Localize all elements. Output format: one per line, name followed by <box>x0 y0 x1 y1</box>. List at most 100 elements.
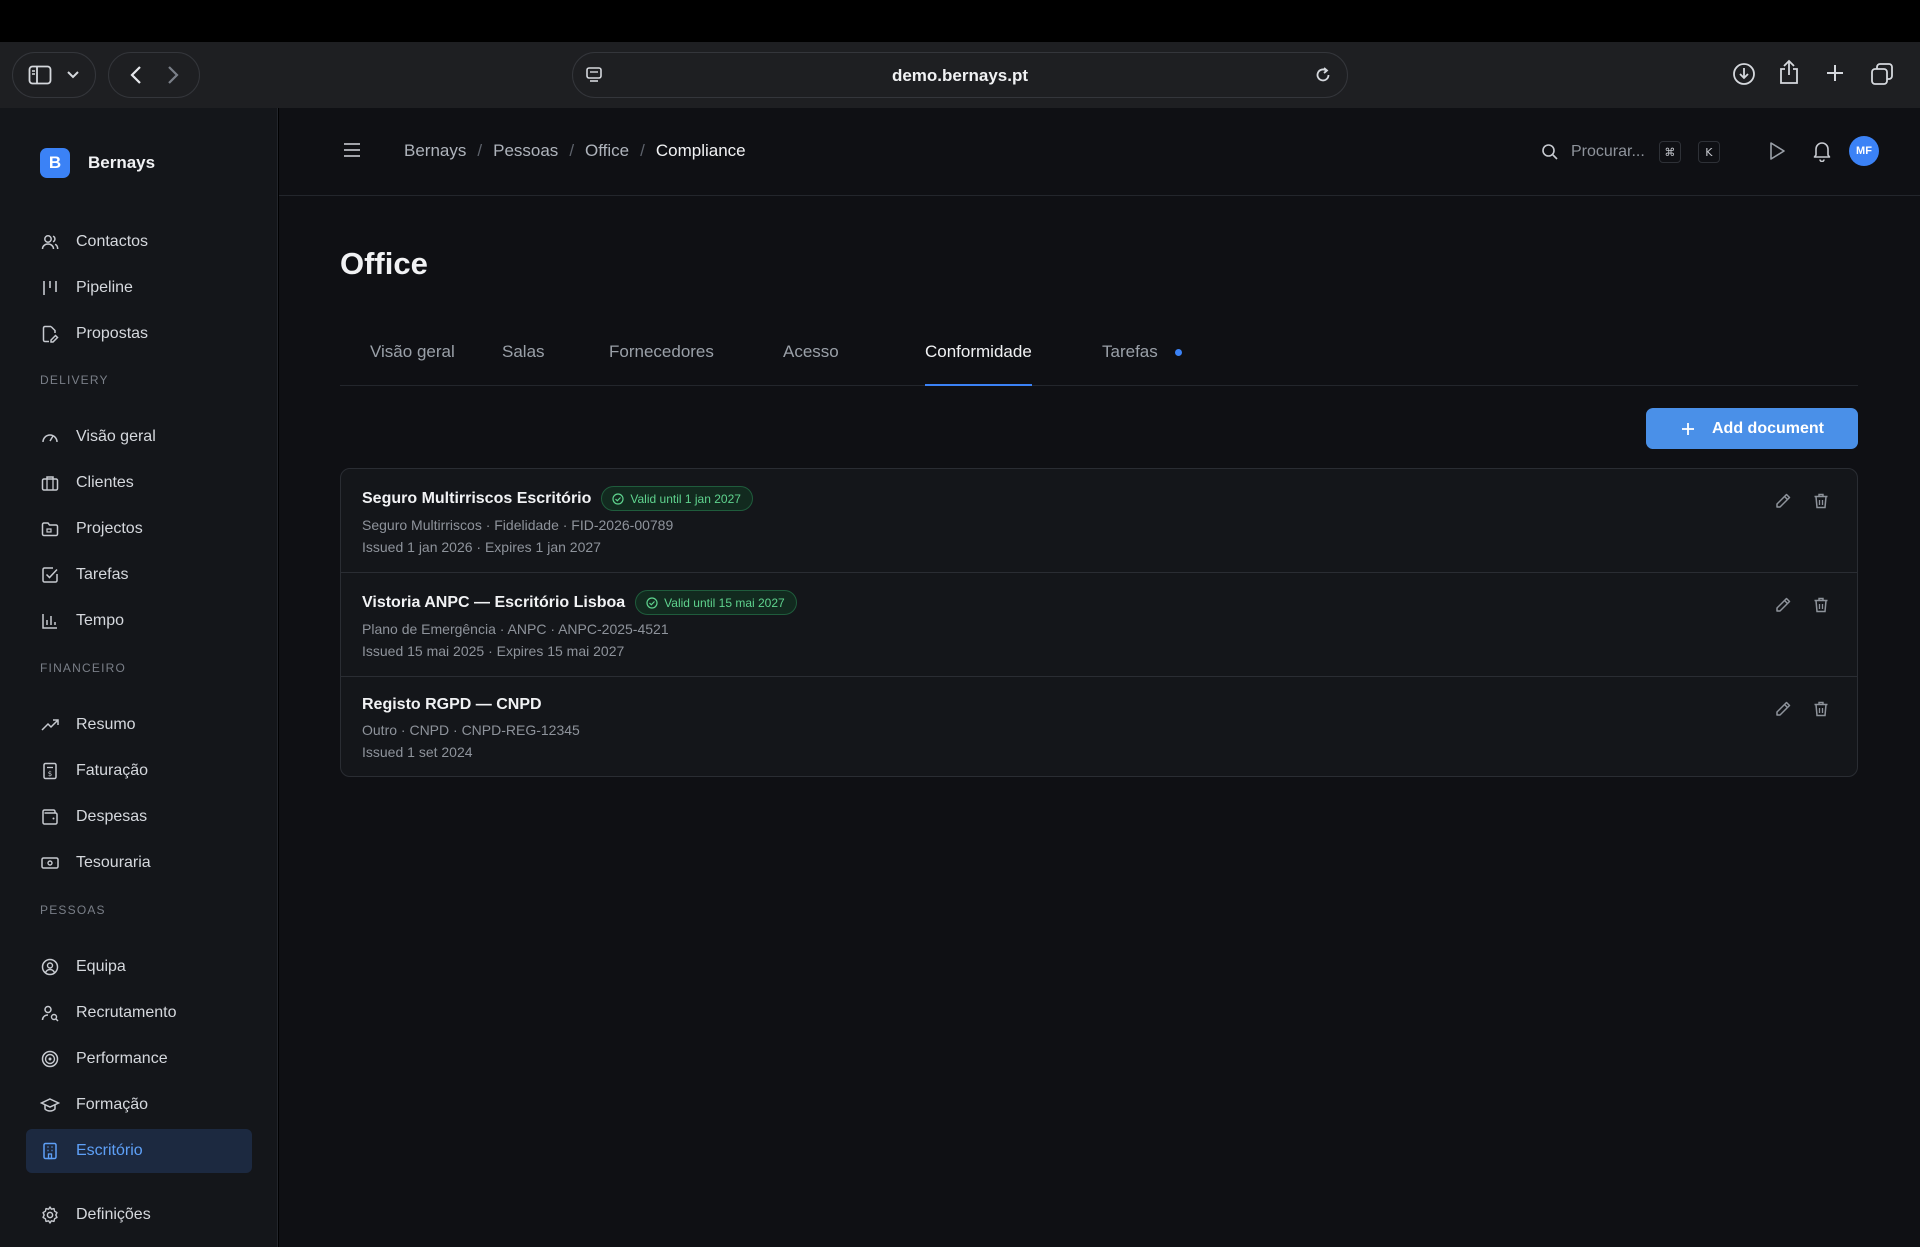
shield-check-icon <box>646 596 658 609</box>
svg-text:$: $ <box>48 770 52 778</box>
page-header: Bernays / Pessoas / Office / Compliance … <box>279 108 1920 196</box>
sidebar: B Bernays Contactos Pipeline Propostas D… <box>0 108 278 1247</box>
plus-icon <box>1680 421 1696 437</box>
sidebar-item-label: Faturação <box>76 762 149 779</box>
checkbox-icon <box>40 565 60 585</box>
new-tab-icon[interactable] <box>1824 62 1846 84</box>
tab-conformidade[interactable]: Conformidade <box>925 342 1032 386</box>
address-bar[interactable]: demo.bernays.pt <box>572 52 1348 98</box>
breadcrumb: Bernays / Pessoas / Office / Compliance <box>404 141 746 161</box>
reload-icon[interactable] <box>1313 65 1333 85</box>
sidebar-item-recrutamento[interactable]: Recrutamento <box>26 991 252 1035</box>
tab-acesso[interactable]: Acesso <box>783 342 839 386</box>
back-arrow-icon[interactable] <box>129 65 143 85</box>
tab-fornecedores[interactable]: Fornecedores <box>609 342 714 386</box>
trash-icon[interactable] <box>1811 595 1831 615</box>
section-label-financeiro: FINANCEIRO <box>40 661 127 675</box>
sidebar-item-propostas[interactable]: Propostas <box>26 312 252 356</box>
bar-chart-icon <box>40 611 60 631</box>
breadcrumb-item-office[interactable]: Office <box>585 141 629 161</box>
search-trigger[interactable]: Procurar... ⌘ K <box>1541 141 1720 163</box>
sidebar-item-label: Pipeline <box>76 279 133 296</box>
trash-icon[interactable] <box>1811 491 1831 511</box>
sidebar-item-projectos[interactable]: Projectos <box>26 507 252 551</box>
menu-icon[interactable] <box>343 142 361 158</box>
sidebar-item-label: Performance <box>76 1050 168 1067</box>
add-document-label: Add document <box>1712 419 1824 437</box>
trash-icon[interactable] <box>1811 699 1831 719</box>
graduation-cap-icon <box>40 1095 60 1115</box>
breadcrumb-item-compliance: Compliance <box>655 141 746 160</box>
share-icon[interactable] <box>1778 59 1800 85</box>
sidebar-item-pipeline[interactable]: Pipeline <box>26 266 252 310</box>
user-search-icon <box>40 1003 60 1023</box>
sidebar-item-label: Formação <box>76 1096 149 1113</box>
tab-tarefas[interactable]: Tarefas <box>1102 342 1158 386</box>
sidebar-item-tesouraria[interactable]: Tesouraria <box>26 841 252 885</box>
sidebar-toggle-icon[interactable] <box>28 65 52 85</box>
edit-pencil-icon[interactable] <box>1773 491 1793 511</box>
user-circle-icon <box>40 957 60 977</box>
status-badge: Valid until 15 mai 2027 <box>635 590 797 615</box>
breadcrumb-separator: / <box>477 141 483 160</box>
sidebar-item-label: Resumo <box>76 716 136 733</box>
history-nav-group <box>108 52 200 98</box>
sidebar-item-definicoes[interactable]: Definições <box>26 1193 252 1237</box>
sidebar-item-label: Escritório <box>76 1142 143 1159</box>
sidebar-item-label: Contactos <box>76 233 149 250</box>
breadcrumb-item-pessoas[interactable]: Pessoas <box>493 141 558 161</box>
gear-icon <box>40 1205 60 1225</box>
tab-visao-geral[interactable]: Visão geral <box>370 342 455 386</box>
bell-icon[interactable] <box>1812 140 1832 162</box>
list-item[interactable]: Seguro Multirriscos Escritório Valid unt… <box>341 469 1857 573</box>
avatar[interactable]: MF <box>1849 136 1879 166</box>
forward-arrow-icon[interactable] <box>166 65 180 85</box>
sidebar-item-despesas[interactable]: Despesas <box>26 795 252 839</box>
page-title: Office <box>340 246 428 281</box>
section-label-pessoas: PESSOAS <box>40 903 106 917</box>
trending-up-icon <box>40 715 60 735</box>
tab-overview-icon[interactable] <box>1870 62 1894 86</box>
list-item[interactable]: Vistoria ANPC — Escritório Lisboa Valid … <box>341 573 1857 677</box>
sidebar-item-visao-geral[interactable]: Visão geral <box>26 415 252 459</box>
chevron-down-icon[interactable] <box>66 70 80 80</box>
sidebar-item-escritorio[interactable]: Escritório <box>26 1129 252 1173</box>
list-item[interactable]: Registo RGPD — CNPD Outro · CNPD · CNPD-… <box>341 677 1857 776</box>
screen-top-bar <box>0 0 1920 42</box>
tab-notification-dot <box>1175 349 1182 356</box>
sidebar-item-equipa[interactable]: Equipa <box>26 945 252 989</box>
building-icon <box>40 1141 60 1161</box>
tab-bar: Visão geral Salas Fornecedores Acesso Co… <box>340 332 1858 386</box>
brand-name: Bernays <box>88 153 156 172</box>
sidebar-item-performance[interactable]: Performance <box>26 1037 252 1081</box>
sidebar-item-contactos[interactable]: Contactos <box>26 220 252 264</box>
play-icon[interactable] <box>1768 141 1786 161</box>
search-placeholder: Procurar... <box>1571 143 1645 160</box>
sidebar-item-formacao[interactable]: Formação <box>26 1083 252 1127</box>
document-title: Registo RGPD — CNPD <box>362 696 542 713</box>
sidebar-item-resumo[interactable]: Resumo <box>26 703 252 747</box>
target-icon <box>40 1049 60 1069</box>
sidebar-item-faturacao[interactable]: $ Faturação <box>26 749 252 793</box>
address-url: demo.bernays.pt <box>891 66 1029 85</box>
breadcrumb-separator: / <box>640 141 645 160</box>
main-content: Bernays / Pessoas / Office / Compliance … <box>279 108 1920 1247</box>
sidebar-item-tarefas[interactable]: Tarefas <box>26 553 252 597</box>
edit-pencil-icon[interactable] <box>1773 699 1793 719</box>
section-label-delivery: DELIVERY <box>40 373 109 387</box>
document-title: Seguro Multirriscos Escritório <box>362 489 592 507</box>
brand[interactable]: B Bernays <box>40 148 155 178</box>
sidebar-item-clientes[interactable]: Clientes <box>26 461 252 505</box>
document-list: Seguro Multirriscos Escritório Valid unt… <box>340 468 1858 777</box>
sidebar-item-label: Equipa <box>76 958 126 975</box>
edit-pencil-icon[interactable] <box>1773 595 1793 615</box>
breadcrumb-item-bernays[interactable]: Bernays <box>404 141 466 161</box>
sidebar-item-label: Definições <box>76 1206 151 1223</box>
add-document-button[interactable]: Add document <box>1646 408 1858 449</box>
download-icon[interactable] <box>1732 62 1756 86</box>
tab-salas[interactable]: Salas <box>502 342 545 386</box>
sidebar-item-label: Visão geral <box>76 428 156 445</box>
briefcase-icon <box>40 473 60 493</box>
status-badge-text: Valid until 1 jan 2027 <box>630 491 741 506</box>
sidebar-item-tempo[interactable]: Tempo <box>26 599 252 643</box>
